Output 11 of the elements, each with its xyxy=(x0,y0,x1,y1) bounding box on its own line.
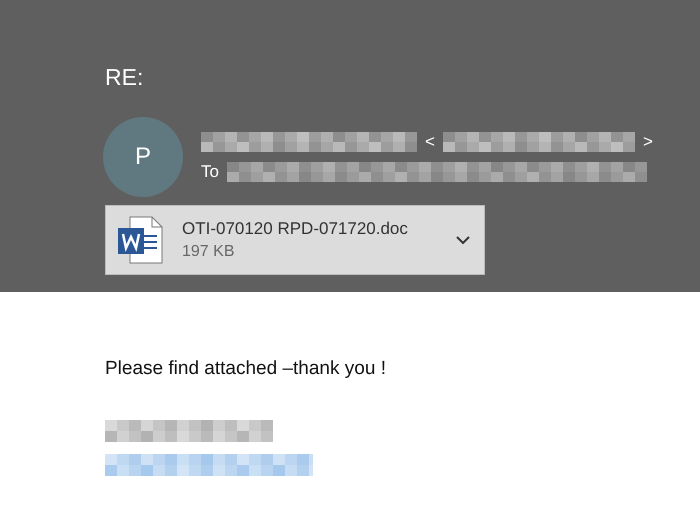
attachment-name: OTI-070120 RPD-071720.doc xyxy=(182,219,409,239)
message-text: Please find attached –thank you ! xyxy=(105,358,386,380)
bracket: > xyxy=(642,132,653,152)
chevron-down-icon[interactable] xyxy=(456,235,470,245)
attachment-size: 197 KB xyxy=(182,243,236,261)
email-subject: RE: xyxy=(105,64,144,91)
bracket: < xyxy=(425,132,435,152)
to-label: To xyxy=(201,162,219,182)
attachment-card[interactable]: OTI-070120 RPD-071720.doc 197 KB xyxy=(105,205,485,275)
sender-avatar: P xyxy=(103,117,183,197)
word-document-icon xyxy=(116,215,164,265)
